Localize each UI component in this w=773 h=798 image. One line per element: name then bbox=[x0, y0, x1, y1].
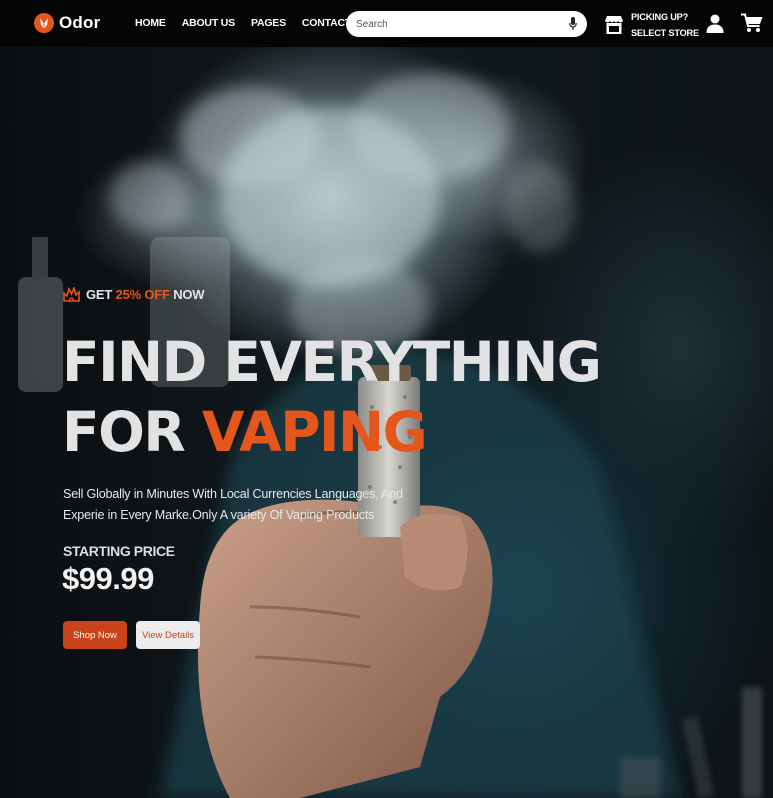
promo-prefix: GET bbox=[86, 287, 116, 302]
promo-suffix: NOW bbox=[169, 287, 205, 302]
search-bar bbox=[346, 11, 587, 37]
hero-banner: GET 25% OFF NOW FIND EVERYTHING FOR VAPI… bbox=[0, 47, 773, 798]
nav-about-us[interactable]: ABOUT US bbox=[182, 17, 235, 29]
nav-pages[interactable]: PAGES bbox=[251, 17, 286, 29]
microphone-icon[interactable] bbox=[569, 17, 577, 31]
hero-headline: FIND EVERYTHING FOR VAPING bbox=[62, 327, 622, 467]
top-navbar: Odor HOME ABOUT US PAGES CONTACT PICKING… bbox=[0, 0, 773, 47]
cart-icon[interactable] bbox=[741, 13, 763, 33]
nav-home[interactable]: HOME bbox=[135, 17, 166, 29]
main-menu: HOME ABOUT US PAGES CONTACT bbox=[135, 17, 367, 29]
starting-price-label: STARTING PRICE bbox=[63, 543, 175, 559]
promo-banner: GET 25% OFF NOW bbox=[63, 287, 205, 302]
brand-logo[interactable]: Odor bbox=[34, 12, 100, 34]
headline-line-1: FIND EVERYTHING bbox=[62, 330, 602, 394]
view-details-button[interactable]: View Details bbox=[136, 621, 200, 649]
brand-name: Odor bbox=[59, 13, 101, 32]
user-icon[interactable] bbox=[706, 14, 724, 33]
nav-contact[interactable]: CONTACT bbox=[302, 17, 351, 29]
store-line-2: SELECT STORE bbox=[631, 28, 699, 38]
store-icon bbox=[605, 16, 623, 34]
select-store-link[interactable]: PICKING UP? SELECT STORE bbox=[604, 10, 699, 40]
headline-highlight: VAPING bbox=[201, 400, 428, 464]
headline-line-2-prefix: FOR bbox=[62, 400, 202, 464]
promo-discount: 25% OFF bbox=[115, 287, 170, 302]
fire-icon bbox=[63, 287, 80, 302]
starting-price-value: $99.99 bbox=[62, 561, 154, 596]
hero-description: Sell Globally in Minutes With Local Curr… bbox=[63, 487, 403, 522]
shop-now-button[interactable]: Shop Now bbox=[63, 621, 127, 649]
store-line-1: PICKING UP? bbox=[631, 12, 689, 22]
search-input[interactable] bbox=[356, 15, 561, 33]
fox-logo-icon bbox=[34, 13, 54, 33]
